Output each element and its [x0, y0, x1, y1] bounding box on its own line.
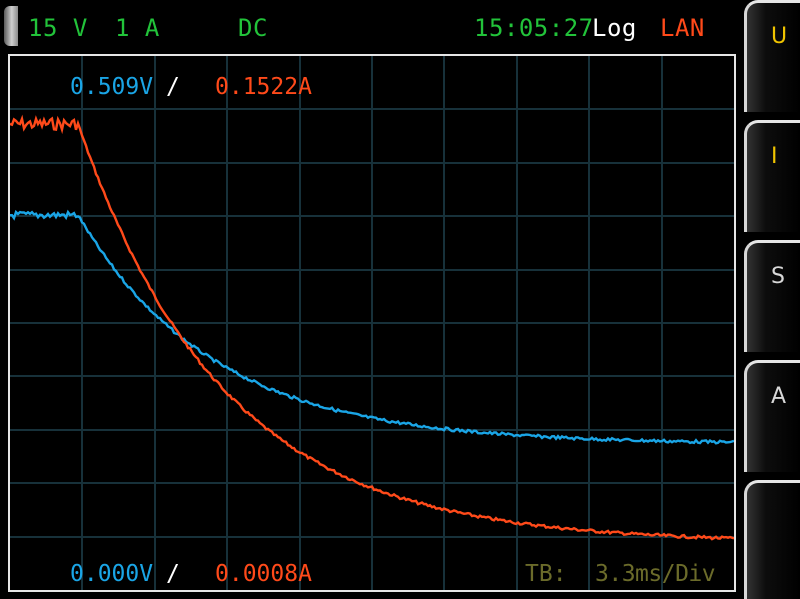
top-voltage-label: 0.509V	[70, 74, 154, 100]
top-current-label: 0.1522A	[215, 74, 312, 100]
waveform-canvas	[10, 56, 734, 590]
timebase-label: TB:	[525, 561, 567, 587]
softkey-s-label: S	[771, 264, 785, 289]
log-indicator: Log	[592, 14, 637, 42]
coupling-mode: DC	[238, 14, 268, 42]
softkey-u[interactable]: U	[744, 0, 800, 112]
softkey-a-label: A	[771, 384, 787, 409]
softkey-s[interactable]: S	[744, 240, 800, 352]
current-range: 1 A	[115, 14, 160, 42]
timebase-value: 3.3ms/Div	[595, 561, 716, 587]
softkey-column: U I S A	[744, 0, 800, 599]
waveform-plot: 0.509V / 0.1522A 0.000V / 0.0008A TB: 3.…	[8, 54, 736, 592]
softkey-i-label: I	[771, 144, 778, 169]
bottom-separator: /	[166, 561, 180, 587]
clock-time: 15:05:27	[474, 14, 594, 42]
softkey-blank[interactable]	[744, 480, 800, 599]
bottom-voltage-label: 0.000V	[70, 561, 154, 587]
softkey-a[interactable]: A	[744, 360, 800, 472]
lan-indicator: LAN	[660, 14, 705, 42]
status-bar: 15 V 1 A DC 15:05:27 Log LAN	[0, 0, 745, 52]
softkey-i[interactable]: I	[744, 120, 800, 232]
voltage-range: 15 V	[28, 14, 88, 42]
power-supply-display: 15 V 1 A DC 15:05:27 Log LAN 0.509V / 0.…	[0, 0, 800, 599]
plot-grid	[10, 56, 734, 590]
bottom-current-label: 0.0008A	[215, 561, 312, 587]
top-separator: /	[166, 74, 180, 100]
softkey-u-label: U	[771, 24, 788, 49]
status-bar-tab	[4, 6, 18, 46]
